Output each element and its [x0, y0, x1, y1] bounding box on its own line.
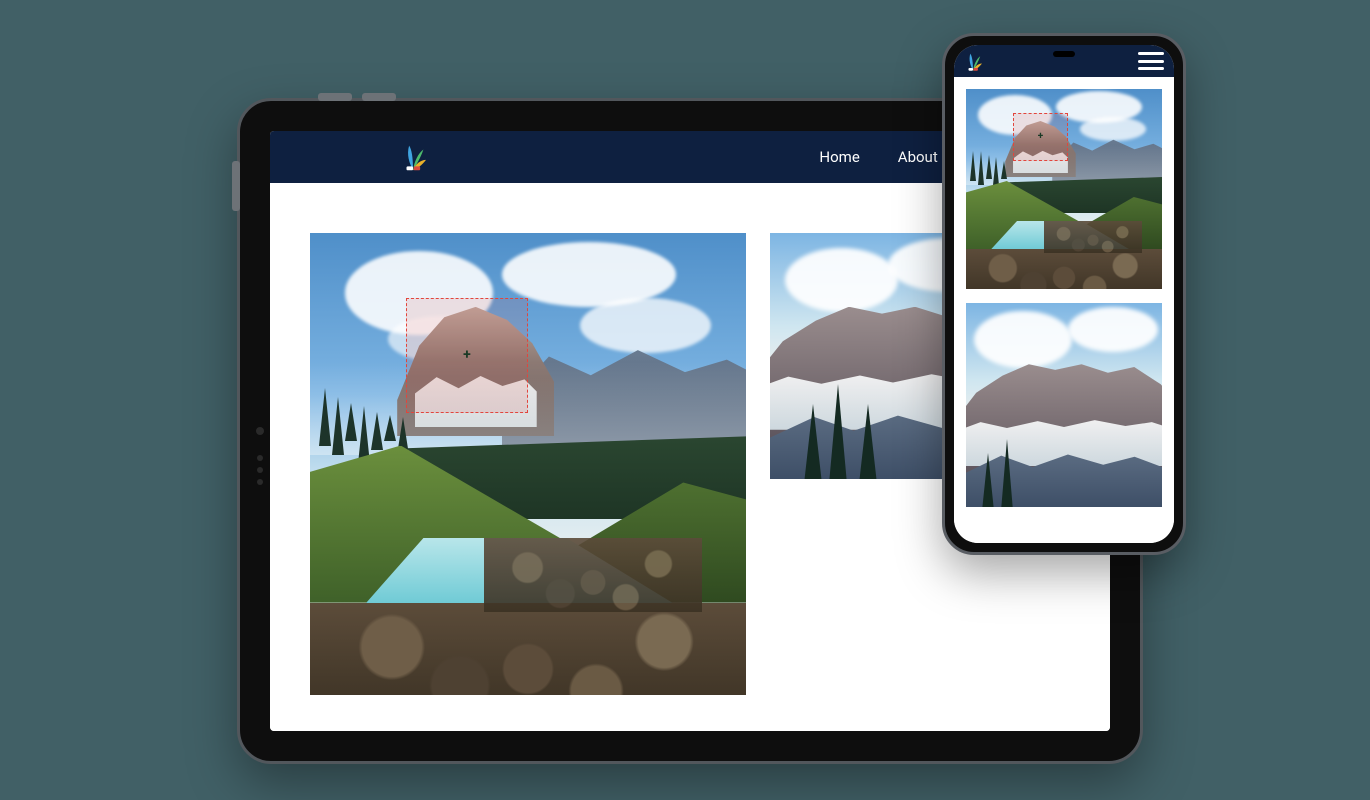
tablet-speaker-icon — [257, 455, 263, 485]
magnifier-zoom-preview — [966, 303, 1162, 507]
brand-logo-icon — [964, 50, 982, 72]
selection-center-icon: + — [1038, 132, 1043, 142]
selection-center-icon: + — [463, 348, 471, 362]
phone-content: + — [954, 77, 1174, 543]
landscape-scene — [310, 233, 746, 695]
brand-logo-icon — [400, 140, 426, 172]
magnifier-source-image[interactable]: + — [966, 89, 1162, 289]
phone-screen: + — [954, 45, 1174, 543]
tablet-power-button — [232, 161, 240, 211]
nav-item-home[interactable]: Home — [819, 148, 859, 166]
magnifier-source-image[interactable]: + — [310, 233, 746, 695]
tablet-volume-down-button — [362, 93, 396, 101]
phone-notch-icon — [1053, 51, 1075, 57]
mobile-site-header — [954, 45, 1174, 77]
magnifier-selection-box[interactable]: + — [406, 298, 528, 414]
tablet-camera-icon — [256, 427, 264, 435]
tablet-volume-up-button — [318, 93, 352, 101]
magnifier-selection-box[interactable]: + — [1013, 113, 1068, 161]
phone-device-frame: + — [942, 33, 1186, 555]
hamburger-menu-icon[interactable] — [1138, 52, 1164, 70]
